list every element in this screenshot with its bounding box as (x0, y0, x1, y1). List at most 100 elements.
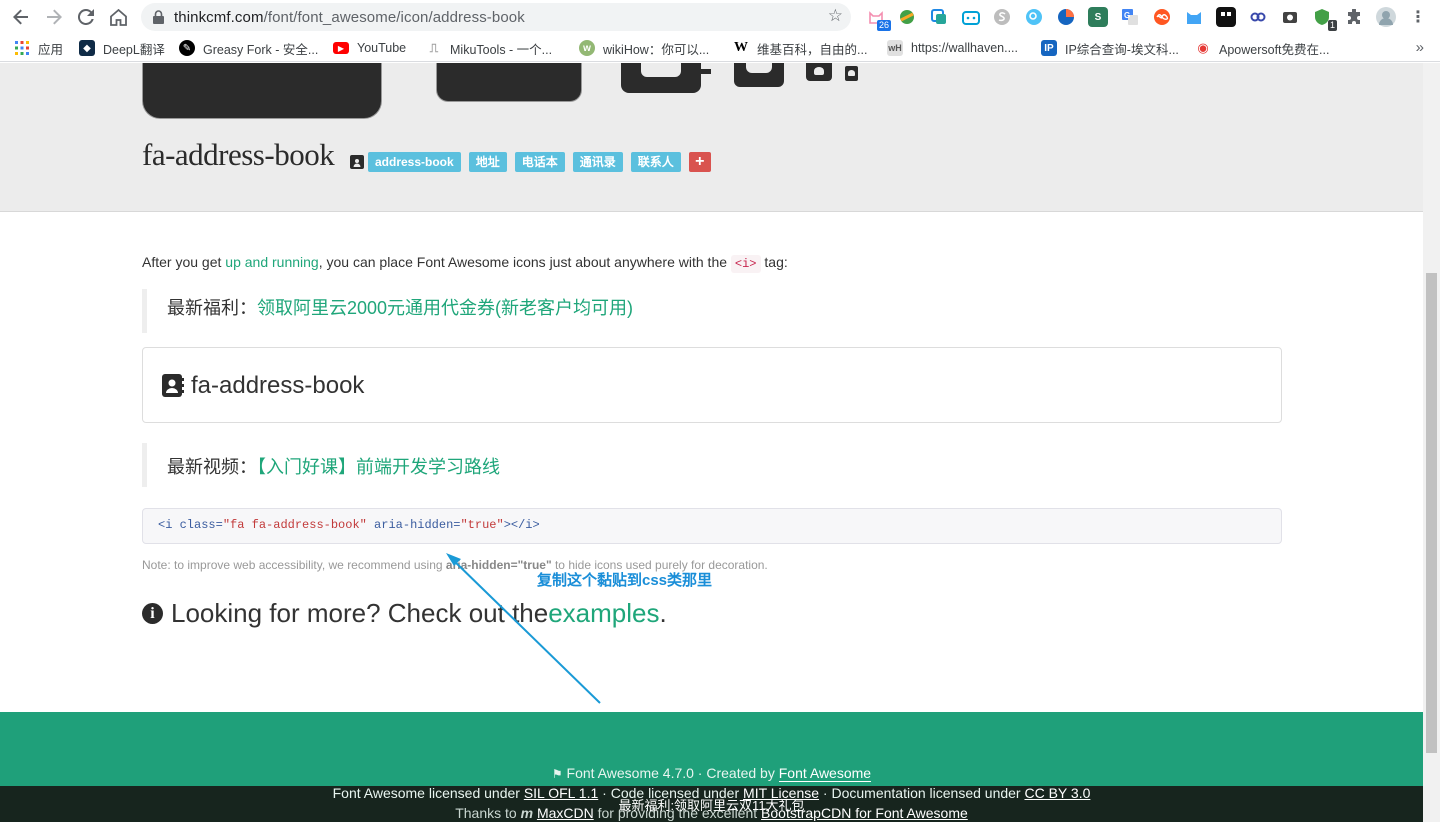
arrow-left-icon (13, 9, 28, 25)
url-text[interactable]: thinkcmf.com/font/font_awesome/icon/addr… (174, 9, 525, 26)
page-title: fa-address-book (142, 137, 335, 172)
more-text: . (659, 598, 667, 628)
extension-translate-icon[interactable]: G (1120, 7, 1140, 27)
promo-quote-video: 最新视频：【入门好课】前端开发学习路线 (142, 443, 1282, 487)
extension-search-blue-icon[interactable] (1024, 7, 1044, 27)
reload-button[interactable] (74, 5, 98, 29)
bookmark-label: https://wallhaven.... (911, 41, 1019, 55)
url-host: thinkcmf.com (174, 9, 264, 26)
bookmark-wikihow[interactable]: w wikiHow：你可以... (579, 39, 709, 57)
bookmark-label: Greasy Fork - 安全... (203, 42, 319, 57)
address-book-icon-sm (845, 66, 858, 81)
aliyun-promo-banner[interactable]: 最新福利:领取阿里云双11大礼包 (0, 795, 1423, 814)
bookmark-apowersoft[interactable]: ◉ Apowersoft免费在... (1195, 39, 1329, 57)
font-awesome-author-link[interactable]: Font Awesome (778, 765, 872, 782)
bookmark-star-icon[interactable]: ☆ (828, 6, 843, 26)
extensions-puzzle-icon[interactable] (1344, 7, 1364, 27)
bookmark-wikipedia[interactable]: W 维基百科，自由的... (733, 39, 867, 57)
up-and-running-link[interactable]: up and running (225, 254, 318, 270)
bookmark-label: 维基百科，自由的... (757, 42, 868, 57)
forward-button[interactable] (42, 5, 66, 29)
tag-address[interactable]: 地址 (468, 152, 507, 172)
back-button[interactable] (9, 5, 33, 29)
extension-cat-icon[interactable]: 26 (866, 7, 891, 31)
aliyun-voucher-link[interactable]: 领取阿里云2000元通用代金券(新老客户均可用) (257, 298, 633, 318)
mikutools-icon: ⎍ (426, 40, 442, 56)
flag-icon: ⚑ (551, 767, 563, 781)
tag-contacts-book[interactable]: 通讯录 (572, 152, 623, 172)
icon-preview-label: fa-address-book (191, 372, 365, 399)
address-book-icon-5x (142, 63, 382, 119)
extension-share-icon[interactable] (929, 7, 949, 27)
bookmark-apps[interactable]: 应用 (14, 39, 63, 57)
scrollbar-thumb[interactable] (1426, 273, 1437, 753)
extension-camera-icon[interactable] (1280, 7, 1300, 27)
add-tag-button[interactable]: + (688, 152, 711, 172)
i-tag-code: <i> (730, 255, 761, 273)
tag-phonebook[interactable]: 电话本 (514, 152, 565, 172)
tag-address-book[interactable]: address-book (368, 152, 461, 172)
bookmarks-bar: 应用 ◆ DeepL翻译 ✎ Greasy Fork - 安全... ▶ You… (0, 34, 1440, 62)
code-token: <i (158, 518, 180, 532)
page-scrollbar[interactable] (1423, 63, 1440, 822)
page-viewport: fa-address-book address-book 地址 电话本 通讯录 … (0, 63, 1423, 822)
bookmark-label: Apowersoft免费在... (1219, 42, 1330, 57)
note-code: aria-hidden="true" (445, 558, 552, 572)
address-book-icon (350, 155, 364, 169)
address-book-icon (162, 374, 184, 397)
icon-preview-well: fa-address-book (142, 347, 1282, 423)
bookmark-ip-query[interactable]: IP IP综合查询-埃文科... (1041, 39, 1179, 57)
info-circle-icon: i (142, 603, 163, 624)
bookmark-wallhaven[interactable]: wH https://wallhaven.... (887, 39, 1018, 57)
extension-s-green-icon[interactable]: S (1088, 7, 1108, 27)
bookmark-greasyfork[interactable]: ✎ Greasy Fork - 安全... (179, 39, 318, 57)
home-button[interactable] (106, 5, 130, 29)
code-token: aria-hidden= (366, 518, 461, 532)
bookmark-label: DeepL翻译 (103, 42, 165, 57)
extension-shield-icon[interactable]: 1 (1312, 7, 1337, 31)
arrow-right-icon (47, 9, 62, 25)
svg-text:G: G (1124, 11, 1130, 20)
code-token: class= (179, 518, 223, 532)
youtube-icon: ▶ (333, 42, 349, 54)
bookmark-deepl[interactable]: ◆ DeepL翻译 (79, 39, 165, 57)
more-text: Looking for more? Check out the (171, 598, 549, 628)
extension-cat-blue-icon[interactable] (1184, 7, 1204, 27)
address-bar[interactable]: thinkcmf.com/font/font_awesome/icon/addr… (141, 3, 851, 31)
code-token: "true" (460, 518, 504, 532)
address-book-icon-4x (436, 63, 582, 102)
extension-globe-icon[interactable] (897, 7, 917, 27)
bookmark-label: MikuTools - 一个... (450, 42, 553, 57)
browser-menu-icon[interactable]: ⋮ (1408, 7, 1428, 27)
extension-bilibili-icon[interactable] (961, 7, 981, 27)
apowersoft-icon: ◉ (1195, 40, 1211, 56)
extension-infinity-icon[interactable] (1152, 7, 1172, 27)
usage-intro: After you get up and running, you can pl… (142, 254, 788, 273)
frontend-course-link[interactable]: 【入门好课】前端开发学习路线 (257, 457, 500, 477)
bookmark-label: wikiHow：你可以... (603, 42, 710, 57)
tag-contacts[interactable]: 联系人 (630, 152, 681, 172)
profile-avatar[interactable] (1376, 7, 1396, 27)
extension-s-gray-icon[interactable] (992, 7, 1012, 27)
extension-link-icon[interactable] (1248, 7, 1268, 27)
apps-grid-icon (15, 41, 29, 55)
intro-text: , you can place Font Awesome icons just … (318, 254, 731, 270)
code-token: "fa fa-address-book" (222, 518, 367, 532)
extension-firefox-like-icon[interactable] (1056, 7, 1076, 27)
note-text: Note: to improve web accessibility, we r… (142, 558, 446, 572)
more-bookmarks-chevron-icon[interactable]: » (1416, 39, 1424, 56)
bookmark-mikutools[interactable]: ⎍ MikuTools - 一个... (426, 39, 552, 57)
promo-label: 最新福利： (167, 298, 257, 318)
site-footer: ⚑ Font Awesome 4.7.0 · Created by Font A… (0, 712, 1423, 822)
copy-hint-annotation: 复制这个黏贴到css类那里 (537, 572, 713, 589)
address-book-icon-3x (621, 63, 711, 93)
bookmark-youtube[interactable]: ▶ YouTube (333, 39, 406, 57)
reload-icon (78, 9, 94, 25)
usage-code-block[interactable]: <i class="fa fa-address-book" aria-hidde… (142, 508, 1282, 544)
extension-badge: 26 (876, 20, 891, 31)
footer-credit-line: ⚑ Font Awesome 4.7.0 · Created by Font A… (0, 765, 1423, 782)
promo-quote-aliyun: 最新福利：领取阿里云2000元通用代金券(新老客户均可用) (142, 289, 1282, 333)
extension-film-icon[interactable] (1216, 7, 1236, 27)
tag-list: address-book 地址 电话本 通讯录 联系人 + (350, 152, 711, 172)
examples-link[interactable]: examples (548, 598, 659, 629)
